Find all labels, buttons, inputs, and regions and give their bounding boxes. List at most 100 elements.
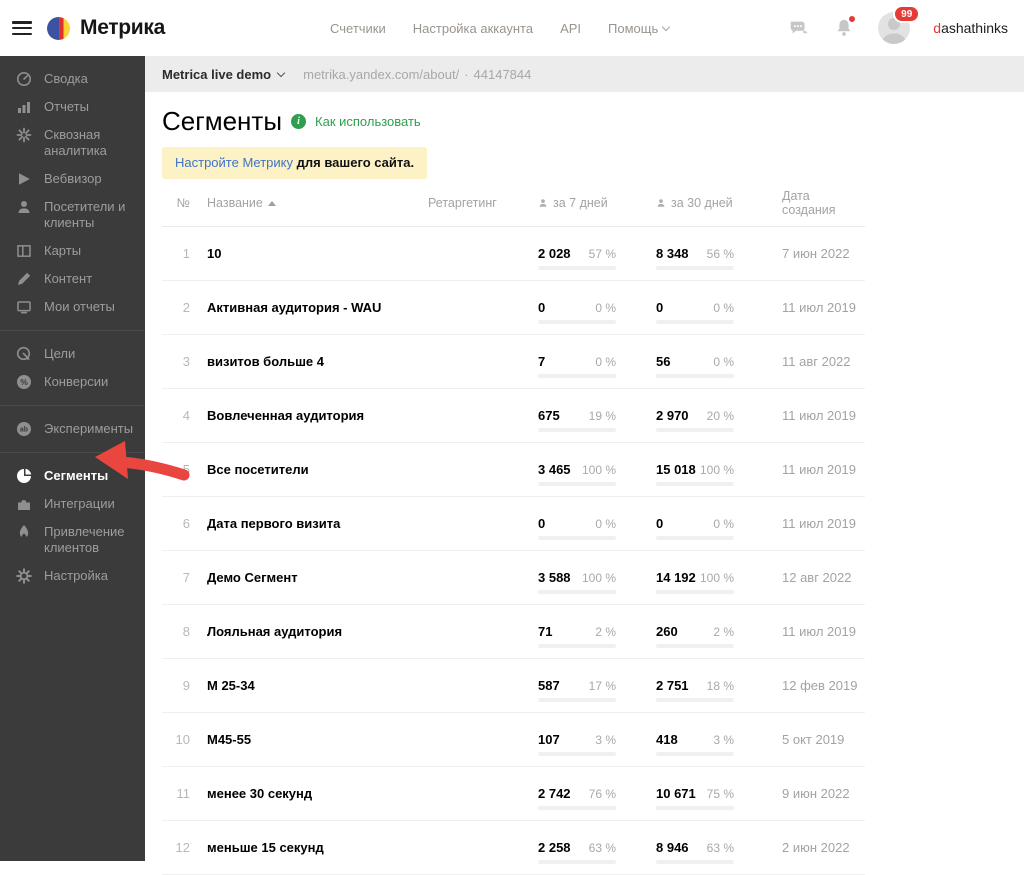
svg-text:%: % <box>20 377 28 387</box>
sidebar-item-acquisition[interactable]: Привлечение клиентов <box>0 518 145 562</box>
table-row[interactable]: 8 Лояльная аудитория 71 2 % 260 2 % 11 июл… <box>162 605 865 659</box>
pencil-icon <box>18 272 31 285</box>
metric-7days: 675 19 % <box>538 408 616 432</box>
metric-30days: 418 3 % <box>656 732 734 756</box>
col-retargeting[interactable]: Ретаргетинг <box>428 196 538 210</box>
col-created[interactable]: Дата создания <box>782 189 865 217</box>
sidebar-item-settings[interactable]: Настройка <box>0 562 145 590</box>
chat-icon[interactable] <box>788 17 810 39</box>
row-number: 5 <box>182 462 190 477</box>
sidebar-item-experiments[interactable]: ab Эксперименты <box>0 415 145 443</box>
segment-name-link[interactable]: Активная аудитория - WAU <box>190 300 428 315</box>
segment-name-link[interactable]: менее 30 секунд <box>190 786 428 801</box>
segment-name-link[interactable]: Вовлеченная аудитория <box>190 408 428 423</box>
sort-asc-icon <box>267 200 276 206</box>
segment-name-link[interactable]: Дата первого визита <box>190 516 428 531</box>
metric-7days: 70 % <box>538 354 616 378</box>
progress-bar <box>656 535 734 540</box>
top-header: Метрика Счетчики Настройка аккаунта API … <box>0 0 1024 56</box>
metric-7days: 107 3 % <box>538 732 616 756</box>
table-row[interactable]: 2 Активная аудитория - WAU 00 % 00 % 11 … <box>162 281 865 335</box>
main-content: Metrica live demo metrika.yandex.com/abo… <box>145 56 1024 875</box>
how-to-use-link[interactable]: Как использовать <box>315 114 421 129</box>
sidebar-item-content[interactable]: Контент <box>0 265 145 293</box>
progress-bar <box>656 859 734 864</box>
sidebar-item-cross-analytics[interactable]: Сквозная аналитика <box>0 121 145 165</box>
person-icon <box>657 199 665 207</box>
notifications-bell[interactable] <box>833 15 857 39</box>
table-row[interactable]: 3 визитов больше 4 70 % 56 0 % 11 авг 202… <box>162 335 865 389</box>
metric-30days: 2 970 20 % <box>656 408 734 432</box>
metric-30days: 56 0 % <box>656 354 734 378</box>
created-date: 11 июл 2019 <box>782 408 856 423</box>
user-menu[interactable]: 99 <box>878 5 921 44</box>
metric-7days: 00 % <box>538 516 616 540</box>
gauge-icon <box>17 72 31 86</box>
sidebar-item-visitors[interactable]: Посетители и клиенты <box>0 193 145 237</box>
nav-help[interactable]: Помощь <box>608 21 671 36</box>
sidebar-item-webvisor[interactable]: Вебвизор <box>0 165 145 193</box>
sidebar-item-integrations[interactable]: Интеграции <box>0 490 145 518</box>
metric-30days: 15 018 100 % <box>656 462 734 486</box>
table-row[interactable]: 12 меньше 15 секунд 2 258 63 % 8 946 63 % … <box>162 821 865 875</box>
progress-bar <box>538 535 616 540</box>
created-date: 11 июл 2019 <box>782 462 856 477</box>
segment-name-link[interactable]: М 25-34 <box>190 678 428 693</box>
created-date: 11 июл 2019 <box>782 624 856 639</box>
progress-bar <box>656 319 734 324</box>
row-number: 2 <box>182 300 190 315</box>
sidebar-item-summary[interactable]: Сводка <box>0 65 145 93</box>
menu-icon[interactable] <box>12 21 32 35</box>
row-number: 3 <box>182 354 190 369</box>
segment-name-link[interactable]: 10 <box>190 246 428 261</box>
segment-name-link[interactable]: меньше 15 секунд <box>190 840 428 855</box>
metrica-logo-icon[interactable] <box>46 16 71 41</box>
app-title[interactable]: Метрика <box>80 16 165 40</box>
nav-api[interactable]: API <box>560 21 581 36</box>
sidebar-item-maps[interactable]: Карты <box>0 237 145 265</box>
username[interactable]: dashathinks <box>933 20 1008 36</box>
progress-bar <box>538 805 616 810</box>
counter-url: metrika.yandex.com/about/ <box>303 66 460 82</box>
sidebar-item-reports[interactable]: Отчеты <box>0 93 145 121</box>
row-number: 8 <box>182 624 190 639</box>
metric-7days: 3 588 100 % <box>538 570 616 594</box>
table-row[interactable]: 5 Все посетители 3 465 100 % 15 018 100 % … <box>162 443 865 497</box>
goal-icon <box>16 346 31 361</box>
table-row[interactable]: 10 М45-55 107 3 % 418 3 % 5 окт 2019 <box>162 713 865 767</box>
burst-icon <box>16 127 32 143</box>
metric-7days: 2 028 57 % <box>538 246 616 270</box>
segment-name-link[interactable]: визитов больше 4 <box>190 354 428 369</box>
col-30days[interactable]: за 30 дней <box>656 196 782 210</box>
table-row[interactable]: 1 10 2 028 57 % 8 348 56 % 7 июн 2022 <box>162 227 865 281</box>
progress-bar <box>538 319 616 324</box>
gear-icon <box>16 568 32 584</box>
segment-name-link[interactable]: Все посетители <box>190 462 428 477</box>
percent-icon: % <box>17 375 31 389</box>
sidebar-item-goals[interactable]: Цели <box>0 340 145 368</box>
progress-bar <box>656 697 734 702</box>
segment-name-link[interactable]: М45-55 <box>190 732 428 747</box>
col-7days[interactable]: за 7 дней <box>538 196 656 210</box>
sidebar-item-my-reports[interactable]: Мои отчеты <box>0 293 145 321</box>
progress-bar <box>656 481 734 486</box>
nav-account-settings[interactable]: Настройка аккаунта <box>413 21 533 36</box>
table-row[interactable]: 9 М 25-34 587 17 % 2 751 18 % 12 фев 2019 <box>162 659 865 713</box>
table-row[interactable]: 6 Дата первого визита 00 % 00 % 11 июл 2… <box>162 497 865 551</box>
segment-name-link[interactable]: Демо Сегмент <box>190 570 428 585</box>
nav-counters[interactable]: Счетчики <box>330 21 386 36</box>
setup-metrica-link[interactable]: Настройте Метрику <box>175 155 293 170</box>
segment-name-link[interactable]: Лояльная аудитория <box>190 624 428 639</box>
counter-selector[interactable]: Metrica live demo <box>162 67 286 82</box>
person-icon <box>539 199 547 207</box>
progress-bar <box>538 427 616 432</box>
sidebar-item-conversions[interactable]: % Конверсии <box>0 368 145 396</box>
table-row[interactable]: 11 менее 30 секунд 2 742 76 % 10 671 75 % … <box>162 767 865 821</box>
row-number: 10 <box>175 732 190 747</box>
progress-bar <box>656 589 734 594</box>
sidebar-item-segments[interactable]: Сегменты <box>0 462 145 490</box>
col-name[interactable]: Название <box>190 196 428 210</box>
row-number: 4 <box>182 408 190 423</box>
table-row[interactable]: 7 Демо Сегмент 3 588 100 % 14 192 100 % 12… <box>162 551 865 605</box>
table-row[interactable]: 4 Вовлеченная аудитория 675 19 % 2 970 20 … <box>162 389 865 443</box>
